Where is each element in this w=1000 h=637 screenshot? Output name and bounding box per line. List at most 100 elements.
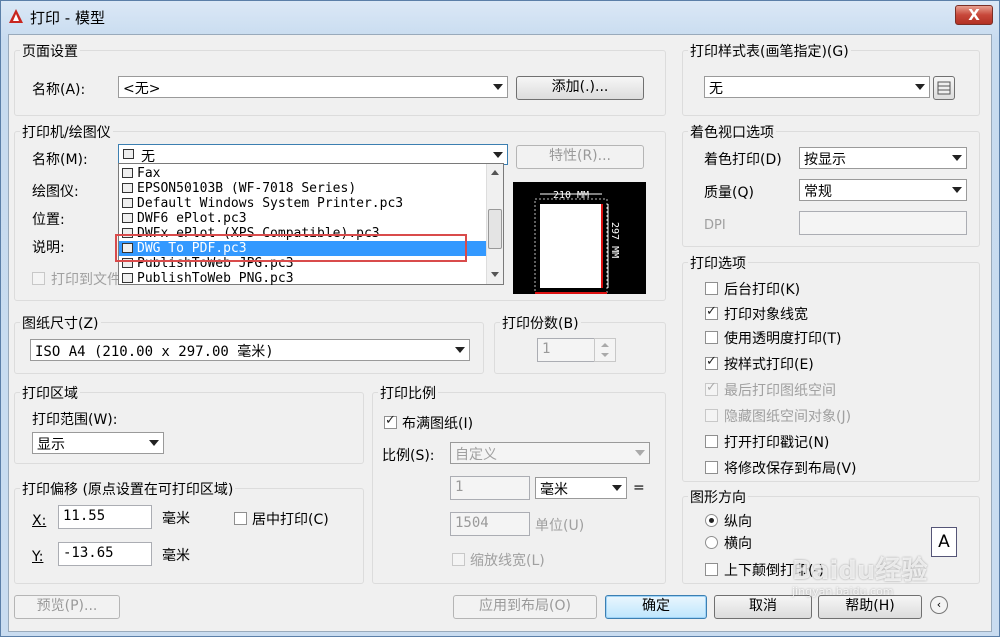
- quality-value: 常规: [804, 184, 832, 200]
- list-item[interactable]: Fax: [119, 166, 487, 181]
- shaded-viewport-label: 着色视口选项: [688, 122, 776, 142]
- plot-option-label: 后台打印(K): [724, 282, 801, 298]
- plot-option-checkbox[interactable]: [705, 354, 718, 370]
- printer-icon: [122, 198, 133, 208]
- page-setup-name-label: 名称(A):: [32, 82, 86, 98]
- list-item[interactable]: PublishToWeb PNG.pc3: [119, 271, 487, 286]
- watermark-text: Baidu经验: [792, 556, 928, 586]
- baidu-watermark: Baidu经验 jingyan.baidu.com: [792, 550, 962, 610]
- plot-option-label: 打印对象线宽: [724, 307, 808, 323]
- printer-dropdown-list[interactable]: Fax EPSON50103B (WF-7018 Series) Default…: [118, 163, 504, 286]
- quality-label: 质量(Q): [704, 185, 754, 201]
- landscape-radio[interactable]: [705, 536, 718, 549]
- print-to-file-checkbox[interactable]: [32, 272, 45, 285]
- scroll-thumb[interactable]: [488, 209, 502, 249]
- highlight-annotation-box: [115, 234, 467, 262]
- plot-option-checkbox[interactable]: [705, 435, 718, 448]
- chevron-down-icon[interactable]: [601, 353, 609, 357]
- chevron-down-icon: [915, 84, 925, 90]
- plot-option-checkbox[interactable]: [705, 409, 718, 422]
- dpi-label: DPI: [704, 218, 726, 233]
- dpi-input[interactable]: [799, 211, 967, 235]
- plot-scale-label: 打印比例: [378, 383, 438, 403]
- chevron-down-icon: [493, 152, 503, 158]
- portrait-label: 纵向: [724, 514, 752, 530]
- chevron-down-icon: [149, 440, 159, 446]
- chevron-down-icon: [952, 187, 962, 193]
- plot-range-value: 显示: [37, 437, 65, 453]
- offset-x-label: X:: [32, 513, 47, 529]
- paper-preview: 210 MM 297 MM: [513, 182, 646, 294]
- autocad-app-icon: [9, 9, 23, 23]
- plot-option-checkbox[interactable]: [705, 461, 718, 474]
- center-plot-checkbox[interactable]: [234, 512, 247, 525]
- scale-lineweights-checkbox[interactable]: [452, 553, 465, 566]
- plot-area-label: 打印区域: [20, 383, 80, 403]
- page-setup-name-select[interactable]: <无>: [118, 76, 508, 98]
- printer-icon: [122, 213, 133, 223]
- copies-label: 打印份数(B): [500, 313, 581, 333]
- shade-plot-select[interactable]: 按显示: [799, 147, 967, 169]
- plot-offset-group: [14, 488, 364, 584]
- paper-size-select[interactable]: ISO A4 (210.00 x 297.00 毫米): [30, 339, 470, 361]
- scale-unit-value: 毫米: [540, 482, 568, 498]
- upside-down-checkbox[interactable]: [705, 563, 718, 576]
- offset-y-unit: 毫米: [162, 548, 190, 564]
- scale-value2-input[interactable]: 1504: [450, 512, 530, 536]
- plot-range-label: 打印范围(W):: [32, 412, 118, 428]
- scale-label: 比例(S):: [382, 448, 435, 464]
- copies-input[interactable]: 1: [537, 338, 595, 362]
- chevron-up-icon[interactable]: [601, 343, 609, 347]
- offset-y-input[interactable]: -13.65: [58, 542, 152, 566]
- fit-to-paper-checkbox[interactable]: [384, 413, 397, 429]
- description-label: 说明:: [32, 240, 65, 256]
- printer-name-label: 名称(M):: [32, 152, 88, 168]
- plot-range-select[interactable]: 显示: [32, 432, 164, 454]
- offset-x-unit: 毫米: [162, 511, 190, 527]
- offset-y-label: Y:: [32, 549, 44, 565]
- copies-stepper[interactable]: [594, 338, 616, 362]
- edit-style-table-button[interactable]: [933, 76, 955, 100]
- list-item[interactable]: DWF6 ePlot.pc3: [119, 211, 487, 226]
- scale-select[interactable]: 自定义: [450, 442, 650, 464]
- shade-plot-value: 按显示: [804, 152, 846, 168]
- apply-to-layout-button[interactable]: 应用到布局(O): [453, 595, 597, 619]
- plot-option-checkbox[interactable]: [705, 331, 718, 344]
- plot-offset-label: 打印偏移 (原点设置在可打印区域): [20, 479, 236, 499]
- scroll-up-icon[interactable]: [491, 170, 499, 175]
- printer-icon: [122, 168, 133, 178]
- portrait-radio[interactable]: [705, 514, 718, 527]
- plot-option-label: 最后打印图纸空间: [724, 383, 836, 399]
- style-table-select[interactable]: 无: [704, 76, 930, 98]
- quality-select[interactable]: 常规: [799, 179, 967, 201]
- paper-size-value: ISO A4 (210.00 x 297.00 毫米): [35, 344, 274, 360]
- printer-properties-button[interactable]: 特性(R)...: [516, 145, 644, 169]
- preview-width-text: 210 MM: [553, 190, 589, 201]
- offset-x-input[interactable]: 11.55: [58, 505, 152, 529]
- close-button[interactable]: X: [955, 5, 993, 25]
- plot-option-checkbox[interactable]: [705, 282, 718, 295]
- printer-icon: [123, 149, 134, 159]
- scale-unit-select[interactable]: 毫米: [535, 477, 627, 499]
- printer-group-label: 打印机/绘图仪: [20, 122, 113, 142]
- printer-icon: [122, 273, 133, 283]
- shade-plot-label: 着色打印(D): [704, 152, 782, 168]
- add-page-setup-button[interactable]: 添加(.)...: [516, 76, 644, 100]
- scroll-down-icon[interactable]: [491, 272, 499, 277]
- ok-button[interactable]: 确定: [605, 595, 707, 619]
- plot-option-checkbox[interactable]: [705, 380, 718, 396]
- plot-option-label: 隐藏图纸空间对象(J): [724, 409, 852, 425]
- scale-lineweights-label: 缩放线宽(L): [470, 553, 545, 569]
- list-item[interactable]: EPSON50103B (WF-7018 Series): [119, 181, 487, 196]
- printer-name-select[interactable]: 无: [118, 144, 508, 165]
- chevron-down-icon: [493, 84, 503, 90]
- preview-button[interactable]: 预览(P)...: [14, 595, 120, 619]
- dropdown-scrollbar[interactable]: [486, 164, 503, 284]
- chevron-down-icon: [635, 450, 645, 456]
- list-item[interactable]: Default Windows System Printer.pc3: [119, 196, 487, 211]
- location-label: 位置:: [32, 212, 65, 228]
- list-item-label: Fax: [137, 166, 161, 181]
- plot-option-checkbox[interactable]: [705, 304, 718, 320]
- scale-value1-input[interactable]: 1: [450, 476, 530, 500]
- style-table-value: 无: [709, 81, 723, 97]
